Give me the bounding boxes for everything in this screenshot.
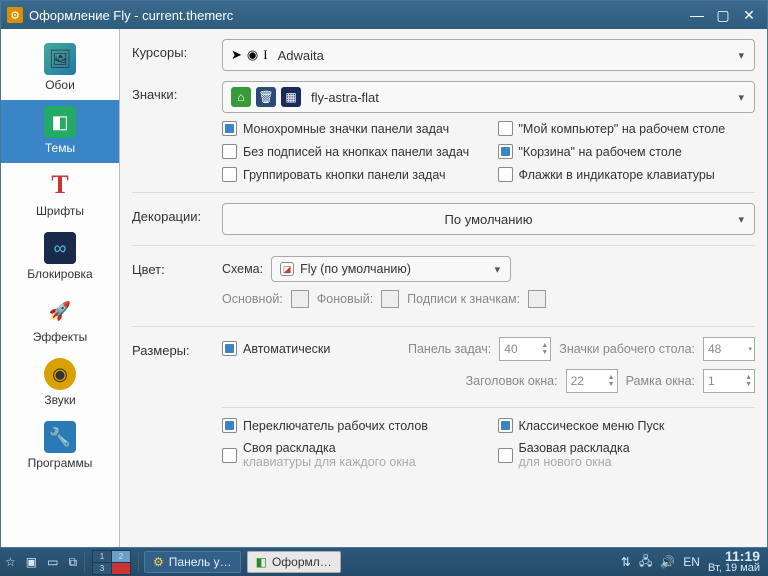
check-keyboard-flags[interactable]: Флажки в индикаторе клавиатуры — [498, 167, 756, 182]
bg-color-swatch[interactable] — [381, 290, 399, 308]
wallpaper-icon: 🖼 — [44, 43, 76, 75]
wintitle-size-label: Заголовок окна: — [466, 374, 558, 388]
show-desktop-button[interactable]: ▣ — [21, 548, 42, 576]
scheme-icon: ◪ — [280, 262, 294, 276]
app-icon: ⚙ — [7, 7, 23, 23]
sidebar-item-label: Обои — [45, 78, 75, 92]
check-group-taskbar[interactable]: Группировать кнопки панели задач — [222, 167, 480, 182]
cursors-combo[interactable]: ➤ ◉ I Adwaita ▾ — [222, 39, 755, 71]
system-tray: ⇅ 🖧 🔊 EN 11:19 Вт, 19 май — [613, 550, 768, 574]
app-window: ⚙ Оформление Fly - current.themerc — ▢ ✕… — [0, 0, 768, 548]
taskbar-task-panel[interactable]: ⚙ Панель у… — [144, 551, 241, 573]
sidebar-item-label: Программы — [28, 456, 93, 470]
panel-size-spin[interactable]: 40▲▼ — [499, 337, 551, 361]
chevron-down-icon: ▾ — [738, 49, 744, 62]
icons-label: Значки: — [132, 81, 222, 102]
home-icon: ⌂ — [231, 87, 251, 107]
chevron-down-icon: ▾ — [738, 91, 744, 104]
sounds-icon: ◉ — [44, 358, 76, 390]
check-no-labels[interactable]: Без подписей на кнопках панели задач — [222, 144, 480, 159]
sidebar-item-label: Блокировка — [27, 267, 92, 281]
workspace-pager[interactable]: 13 2 — [87, 548, 136, 576]
deskicons-size-spin[interactable]: 48▾ — [703, 337, 755, 361]
themes-icon: ◧ — [44, 106, 76, 138]
window-title: Оформление Fly - current.themerc — [29, 8, 683, 23]
cursor-text-icon: I — [263, 47, 267, 63]
icons-combo[interactable]: ⌂ 🗑 ▦ fly-astra-flat ▾ — [222, 81, 755, 113]
sidebar-item-lock[interactable]: ∞ Блокировка — [1, 226, 119, 289]
cursor-arrow-icon: ➤ — [231, 47, 242, 63]
filemanager-button[interactable]: ▭ — [42, 548, 63, 576]
sidebar-item-label: Звуки — [44, 393, 75, 407]
check-mycomputer-desktop[interactable]: "Мой компьютер" на рабочем столе — [498, 121, 756, 136]
trash-icon: 🗑 — [256, 87, 276, 107]
check-trash-desktop[interactable]: "Корзина" на рабочем столе — [498, 144, 756, 159]
color-label: Цвет: — [132, 256, 222, 277]
sizes-label: Размеры: — [132, 337, 222, 358]
iconlabels-color-swatch[interactable] — [528, 290, 546, 308]
sidebar-item-programs[interactable]: 🔧 Программы — [1, 415, 119, 478]
decorations-value: По умолчанию — [445, 212, 533, 227]
check-own-layout[interactable]: Своя раскладкаклавиатуры для каждого окн… — [222, 441, 480, 469]
wintitle-size-spin[interactable]: 22▲▼ — [566, 369, 618, 393]
network-icon[interactable]: 🖧 — [639, 552, 652, 573]
scheme-label: Схема: — [222, 262, 263, 276]
primary-color-swatch[interactable] — [291, 290, 309, 308]
panel-size-label: Панель задач: — [408, 342, 491, 356]
content-pane: Курсоры: ➤ ◉ I Adwaita ▾ Значки: — [120, 29, 767, 547]
gear-icon: ⚙ — [153, 555, 164, 569]
display-icon: ▦ — [281, 87, 301, 107]
chevron-down-icon: ▾ — [738, 213, 744, 226]
check-base-layout[interactable]: Базовая раскладкадля нового окна — [498, 441, 756, 469]
lock-icon: ∞ — [44, 232, 76, 264]
cursors-label: Курсоры: — [132, 39, 222, 60]
sidebar-item-label: Эффекты — [33, 330, 88, 344]
cursors-value: Adwaita — [278, 48, 324, 63]
titlebar: ⚙ Оформление Fly - current.themerc — ▢ ✕ — [1, 1, 767, 29]
volume-icon[interactable]: 🔊 — [660, 555, 675, 569]
sidebar-item-effects[interactable]: 🚀 Эффекты — [1, 289, 119, 352]
sidebar-item-sounds[interactable]: ◉ Звуки — [1, 352, 119, 415]
keyboard-layout[interactable]: EN — [683, 555, 700, 569]
primary-color-label: Основной: — [222, 292, 283, 306]
usb-icon[interactable]: ⇅ — [621, 555, 631, 569]
check-mono-taskbar[interactable]: Монохромные значки панели задач — [222, 121, 480, 136]
taskbar-task-appearance[interactable]: ◧ Оформл… — [247, 551, 341, 573]
check-auto-sizes[interactable]: Автоматически — [222, 341, 330, 356]
winframe-size-label: Рамка окна: — [626, 374, 695, 388]
sidebar-item-fonts[interactable]: T Шрифты — [1, 163, 119, 226]
sidebar-item-label: Шрифты — [36, 204, 84, 218]
sidebar: 🖼 Обои ◧ Темы T Шрифты ∞ Блокировка 🚀 Эф… — [1, 29, 120, 547]
close-button[interactable]: ✕ — [737, 5, 761, 25]
check-classic-start[interactable]: Классическое меню Пуск — [498, 418, 756, 433]
minimize-button[interactable]: — — [685, 5, 709, 25]
programs-icon: 🔧 — [44, 421, 76, 453]
sidebar-item-label: Темы — [45, 141, 75, 155]
maximize-button[interactable]: ▢ — [711, 5, 735, 25]
deskicons-size-label: Значки рабочего стола: — [559, 342, 695, 356]
effects-icon: 🚀 — [44, 295, 76, 327]
scheme-value: Fly (по умолчанию) — [300, 262, 411, 276]
appearance-icon: ◧ — [256, 555, 267, 569]
winframe-size-spin[interactable]: 1▲▼ — [703, 369, 755, 393]
sidebar-item-themes[interactable]: ◧ Темы — [1, 100, 119, 163]
clock[interactable]: 11:19 Вт, 19 май — [708, 550, 760, 574]
iconlabels-color-label: Подписи к значкам: — [407, 292, 520, 306]
cursor-busy-icon: ◉ — [247, 47, 258, 63]
check-desktop-switcher[interactable]: Переключатель рабочих столов — [222, 418, 480, 433]
decorations-label: Декорации: — [132, 203, 222, 224]
start-button[interactable]: ☆ — [0, 548, 21, 576]
icons-value: fly-astra-flat — [311, 90, 379, 105]
sidebar-item-wallpaper[interactable]: 🖼 Обои — [1, 37, 119, 100]
taskbar: ☆ ▣ ▭ ⧉ 13 2 ⚙ Панель у… ◧ Оформл… ⇅ 🖧 🔊… — [0, 548, 768, 576]
chevron-down-icon: ▾ — [495, 263, 501, 276]
fonts-icon: T — [44, 169, 76, 201]
windows-button[interactable]: ⧉ — [63, 548, 82, 576]
decorations-combo[interactable]: По умолчанию ▾ — [222, 203, 755, 235]
scheme-combo[interactable]: ◪ Fly (по умолчанию) ▾ — [271, 256, 511, 282]
bg-color-label: Фоновый: — [317, 292, 373, 306]
